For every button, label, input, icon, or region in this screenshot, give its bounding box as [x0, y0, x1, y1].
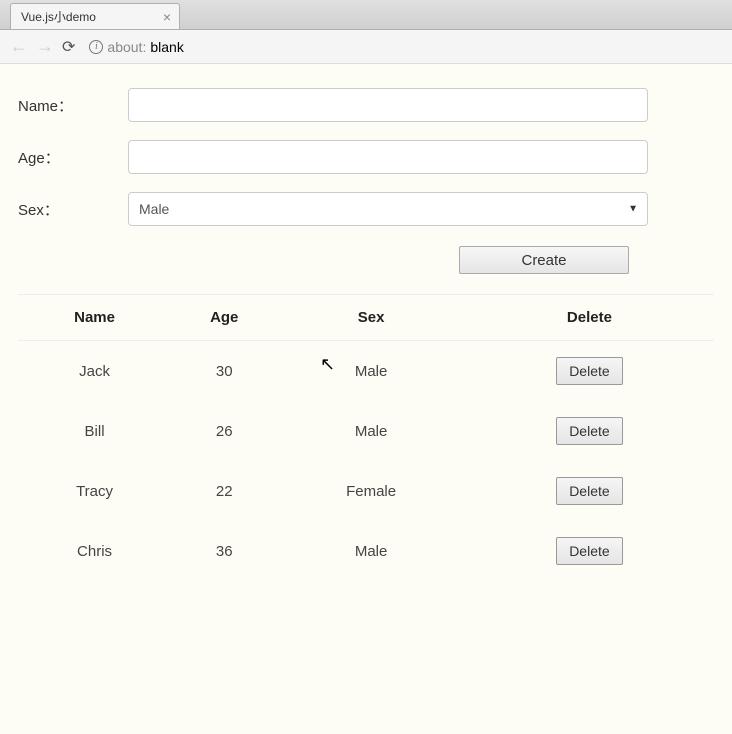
table-row: Tracy22Female Delete [18, 461, 714, 521]
delete-button[interactable]: Delete [556, 357, 622, 385]
url-path: blank [150, 39, 183, 55]
col-sex: Sex [277, 295, 465, 341]
col-age: Age [171, 295, 277, 341]
tab-bar: Vue.js小demo × [0, 0, 732, 30]
cell-delete: Delete [465, 521, 714, 581]
cell-sex: Female [277, 461, 465, 521]
table-row: Chris36Male Delete [18, 521, 714, 581]
cell-age: 30 [171, 341, 277, 402]
cell-name: Bill [18, 401, 171, 461]
table-row: Bill26Male Delete [18, 401, 714, 461]
cell-sex: Male [277, 401, 465, 461]
address-bar: ← → ⟳ i about:blank [0, 30, 732, 64]
name-label: Name： [18, 95, 128, 116]
delete-button[interactable]: Delete [556, 537, 622, 565]
close-icon[interactable]: × [163, 9, 171, 25]
delete-button[interactable]: Delete [556, 477, 622, 505]
name-input[interactable] [128, 88, 648, 122]
cell-sex: Male [277, 521, 465, 581]
cell-name: Chris [18, 521, 171, 581]
browser-tab[interactable]: Vue.js小demo × [10, 3, 180, 29]
url-field[interactable]: i about:blank [83, 36, 722, 58]
age-input[interactable] [128, 140, 648, 174]
cell-sex: Male [277, 341, 465, 402]
cell-delete: Delete [465, 401, 714, 461]
people-table: Name Age Sex Delete Jack30MaleDeleteBill… [18, 294, 714, 581]
cell-name: Jack [18, 341, 171, 402]
info-icon[interactable]: i [89, 40, 103, 54]
cell-delete: Delete [465, 461, 714, 521]
forward-button[interactable]: → [36, 36, 54, 57]
col-name: Name [18, 295, 171, 341]
cell-age: 36 [171, 521, 277, 581]
sex-label: Sex： [18, 199, 128, 220]
url-prefix: about: [107, 39, 146, 55]
sex-select[interactable]: Male [128, 192, 648, 226]
delete-button[interactable]: Delete [556, 417, 622, 445]
create-button[interactable]: Create [459, 246, 629, 274]
cell-age: 26 [171, 401, 277, 461]
page-content: Name： Age： Sex： Male ▼ Create [0, 64, 732, 734]
table-row: Jack30Male Delete [18, 341, 714, 402]
age-label: Age： [18, 147, 128, 168]
tab-title: Vue.js小demo [21, 8, 96, 25]
col-delete: Delete [465, 295, 714, 341]
back-button[interactable]: ← [10, 36, 28, 57]
cell-age: 22 [171, 461, 277, 521]
cell-name: Tracy [18, 461, 171, 521]
cell-delete: Delete [465, 341, 714, 402]
reload-button[interactable]: ⟳ [62, 37, 75, 57]
